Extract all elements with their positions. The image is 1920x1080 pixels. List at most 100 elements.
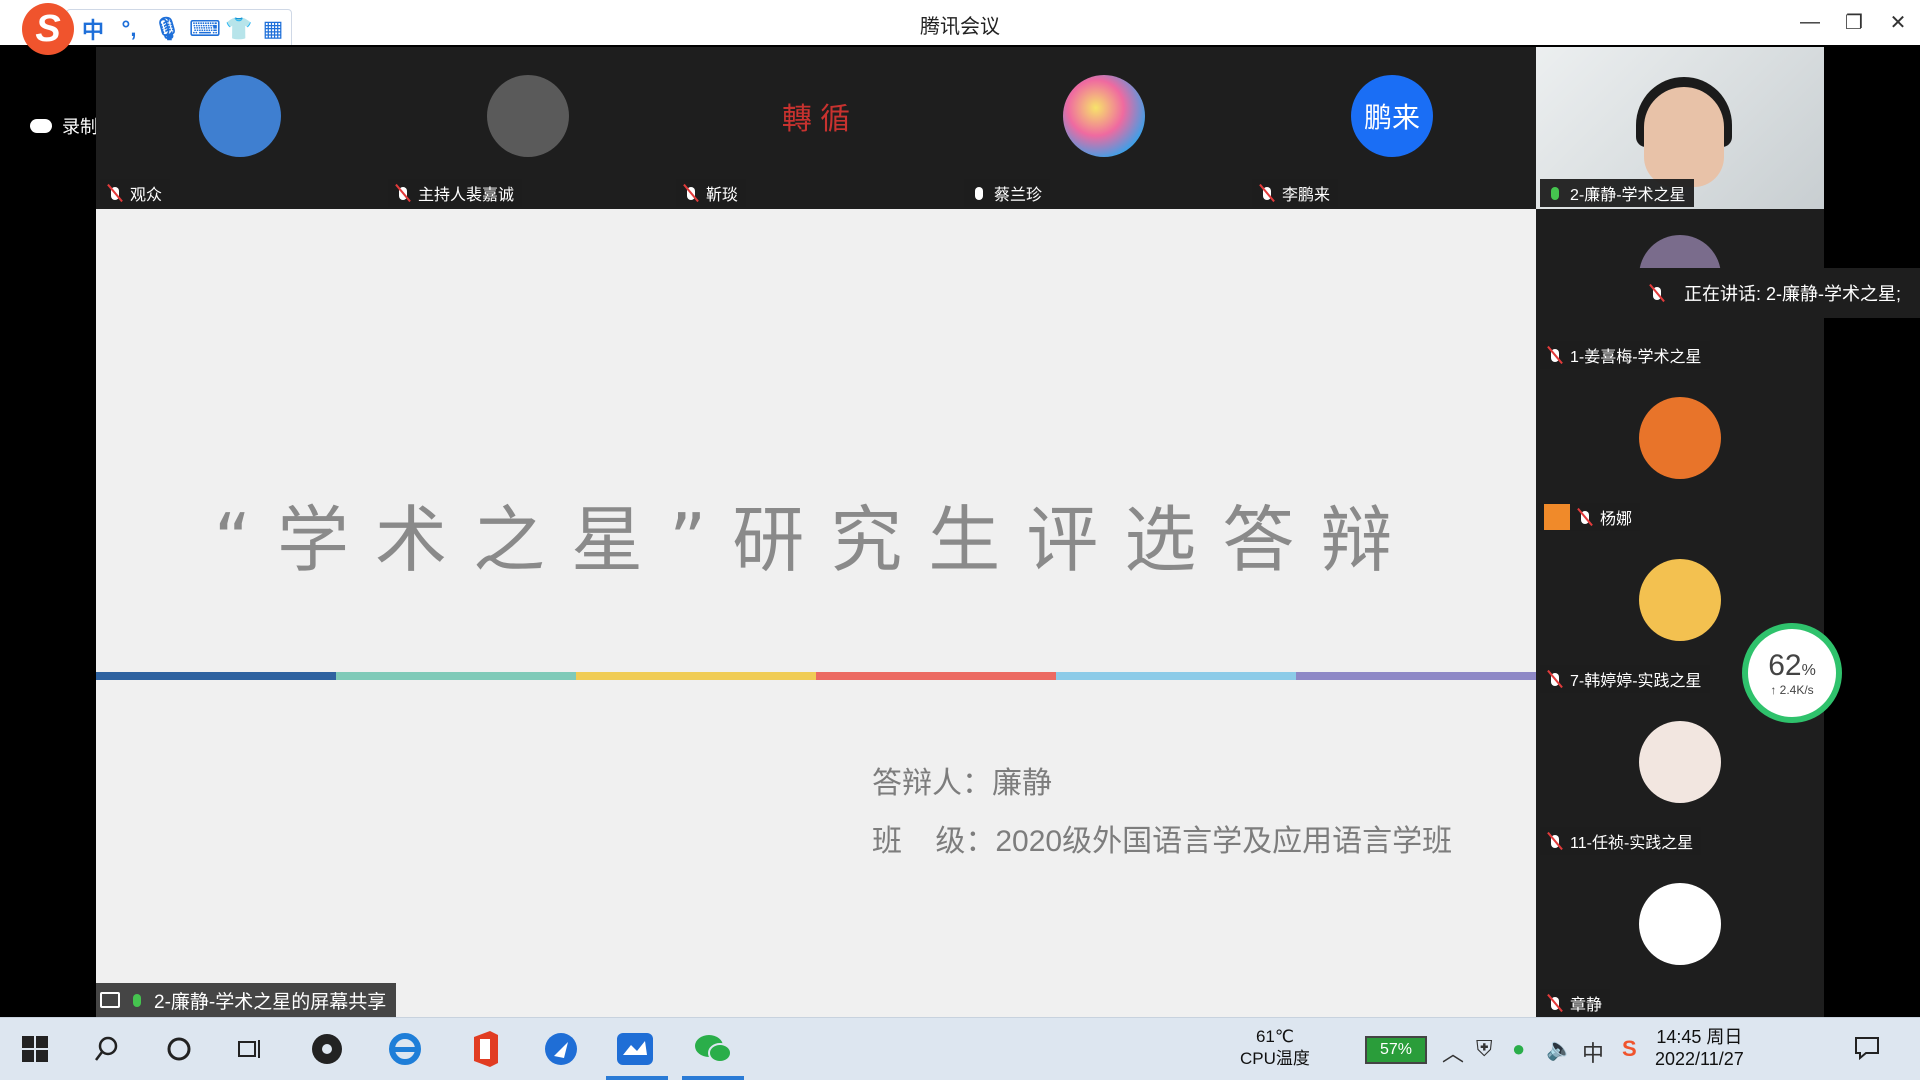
feishu-icon[interactable]: [540, 1028, 582, 1070]
participant-video[interactable]: 2-廉静-学术之星: [1536, 47, 1824, 209]
network-percent: 62%: [1768, 649, 1816, 682]
cpu-temp-label: CPU温度: [1240, 1049, 1310, 1068]
video-face: [1644, 87, 1724, 187]
participant-tile[interactable]: 观众: [96, 47, 384, 209]
avatar: [1063, 75, 1145, 157]
ie-browser-icon[interactable]: [384, 1028, 426, 1070]
sogou-tray-icon[interactable]: S: [1622, 1036, 1637, 1062]
divider-segment: [96, 672, 336, 680]
system-clock[interactable]: 14:45 周日 2022/11/27: [1655, 1026, 1744, 1070]
ime-skin-icon[interactable]: 👕: [225, 16, 252, 42]
participant-tile[interactable]: 章静: [1536, 857, 1824, 1019]
mic-muted-icon: [1546, 831, 1564, 851]
mic-icon: [970, 183, 988, 203]
avatar: 鹏来: [1351, 75, 1433, 157]
sogou-logo-icon[interactable]: S: [22, 3, 74, 55]
divider-segment: [1056, 672, 1296, 680]
minimize-button[interactable]: —: [1788, 0, 1832, 45]
tencent-meeting-icon[interactable]: [614, 1028, 656, 1070]
avatar: [199, 75, 281, 157]
avatar: [1639, 721, 1721, 803]
participant-name-tag: 章静: [1540, 989, 1611, 1017]
clock-time: 14:45 周日: [1656, 1027, 1743, 1047]
ime-toolbox-icon[interactable]: ▦: [261, 16, 285, 42]
restore-button[interactable]: ❐: [1832, 0, 1876, 45]
ime-keyboard-icon[interactable]: ⌨: [189, 16, 221, 42]
ime-chinese-mode[interactable]: 中: [81, 13, 105, 45]
speaking-indicator: 正在讲话: 2-廉静-学术之星;: [1626, 268, 1920, 318]
participant-name-tag: 蔡兰珍: [964, 179, 1051, 207]
participant-name: 章静: [1570, 997, 1603, 1014]
ime-indicator[interactable]: 中: [1582, 1036, 1604, 1068]
notification-icon[interactable]: [1854, 1036, 1880, 1066]
pinwheel-app-icon[interactable]: [306, 1028, 348, 1070]
cloud-icon: [30, 119, 52, 133]
ime-punctuation-icon[interactable]: °,: [117, 16, 141, 42]
clock-date: 2022/11/27: [1655, 1049, 1744, 1069]
avatar: [1639, 559, 1721, 641]
security-app-icon[interactable]: ●: [1512, 1036, 1525, 1062]
participant-name: 2-廉静-学术之星: [1570, 187, 1686, 204]
mic-muted-icon: [1546, 669, 1564, 689]
participant-tile[interactable]: 轉 循 靳琰: [672, 47, 960, 209]
cortana-icon[interactable]: [158, 1028, 200, 1070]
participant-name-tag: 1-姜喜梅-学术之星: [1540, 341, 1710, 369]
battery-indicator[interactable]: 57%: [1365, 1036, 1427, 1064]
avatar: [487, 75, 569, 157]
user-icon: [1544, 504, 1570, 530]
participant-tile[interactable]: 蔡兰珍: [960, 47, 1248, 209]
class-line: 班 级：2020级外国语言学及应用语言学班: [872, 825, 1453, 858]
participant-name: 蔡兰珍: [994, 187, 1043, 204]
mic-muted-icon: [1576, 507, 1594, 527]
active-app-indicator: [682, 1076, 744, 1080]
participant-tile[interactable]: 鹏来 李鹏来: [1248, 47, 1536, 209]
presenter-line: 答辩人：廉静: [872, 767, 1052, 800]
side-participant-list: 2-廉静-学术之星 1-姜喜梅-学术之星 杨娜 7-韩婷婷-实践之星 11-任祯…: [1536, 47, 1824, 1017]
slide-title: “学术之星”研究生评选答辩: [213, 498, 1419, 582]
ime-voice-icon[interactable]: 🎙: [153, 16, 181, 42]
participant-tile[interactable]: 杨娜: [1536, 371, 1824, 533]
volume-icon[interactable]: 🔈: [1546, 1036, 1573, 1062]
meeting-area: 录制中 观众 主持人裴嘉诚 轉 循 靳琰 蔡兰珍 鹏来 李鹏来 “学术之星”研究…: [0, 45, 1920, 1017]
active-app-indicator: [606, 1076, 668, 1080]
participant-name: 靳琰: [706, 187, 739, 204]
window-controls: — ❐ ✕: [1788, 0, 1920, 45]
network-speed: ↑ 2.4K/s: [1770, 683, 1814, 697]
wechat-icon[interactable]: [692, 1028, 734, 1070]
mic-muted-icon: [682, 183, 700, 203]
divider-segment: [816, 672, 1056, 680]
participant-name-tag: 李鹏来: [1252, 179, 1339, 207]
mic-muted-icon: [1648, 283, 1666, 303]
cpu-temperature[interactable]: 61℃ CPU温度: [1240, 1026, 1310, 1070]
speaking-label: 正在讲话: 2-廉静-学术之星;: [1684, 284, 1902, 304]
shared-screen: “学术之星”研究生评选答辩 答辩人：廉静 班 级：2020级外国语言学及应用语言…: [96, 209, 1536, 1017]
close-button[interactable]: ✕: [1876, 0, 1920, 45]
shield-icon[interactable]: ⛨: [1476, 1036, 1493, 1062]
mic-muted-icon: [394, 183, 412, 203]
participant-name-tag: 主持人裴嘉诚: [388, 179, 523, 207]
screen-share-label: 2-廉静-学术之星的屏幕共享: [154, 991, 387, 1013]
taskbar: 61℃ CPU温度 57% ︿ ⛨ ● 🔈 中 S 14:45 周日 2022/…: [0, 1017, 1920, 1080]
slide-divider: [96, 672, 1536, 680]
divider-segment: [576, 672, 816, 680]
network-monitor-widget[interactable]: 62% ↑ 2.4K/s: [1742, 623, 1842, 723]
participant-name-tag: 观众: [100, 179, 171, 207]
participant-tile[interactable]: 主持人裴嘉诚: [384, 47, 672, 209]
ime-toolbar-items: 中 °, 🎙 ⌨ 👕 ▦: [66, 9, 292, 49]
participant-name-tag: 7-韩婷婷-实践之星: [1540, 665, 1710, 693]
mic-muted-icon: [1258, 183, 1276, 203]
mic-muted-icon: [1546, 993, 1564, 1013]
mic-muted-icon: [1546, 345, 1564, 365]
search-icon[interactable]: [86, 1028, 128, 1070]
mic-muted-icon: [106, 183, 124, 203]
avatar: [1639, 397, 1721, 479]
chevron-up-icon[interactable]: ︿: [1442, 1036, 1464, 1068]
avatar: [1639, 883, 1721, 965]
divider-segment: [336, 672, 576, 680]
start-windows-icon[interactable]: [14, 1028, 56, 1070]
participant-name: 11-任祯-实践之星: [1570, 835, 1694, 852]
office-icon[interactable]: [464, 1028, 506, 1070]
participant-strip: 观众 主持人裴嘉诚 轉 循 靳琰 蔡兰珍 鹏来 李鹏来: [96, 47, 1536, 209]
participant-name: 主持人裴嘉诚: [418, 187, 515, 204]
task-view-icon[interactable]: [230, 1028, 272, 1070]
